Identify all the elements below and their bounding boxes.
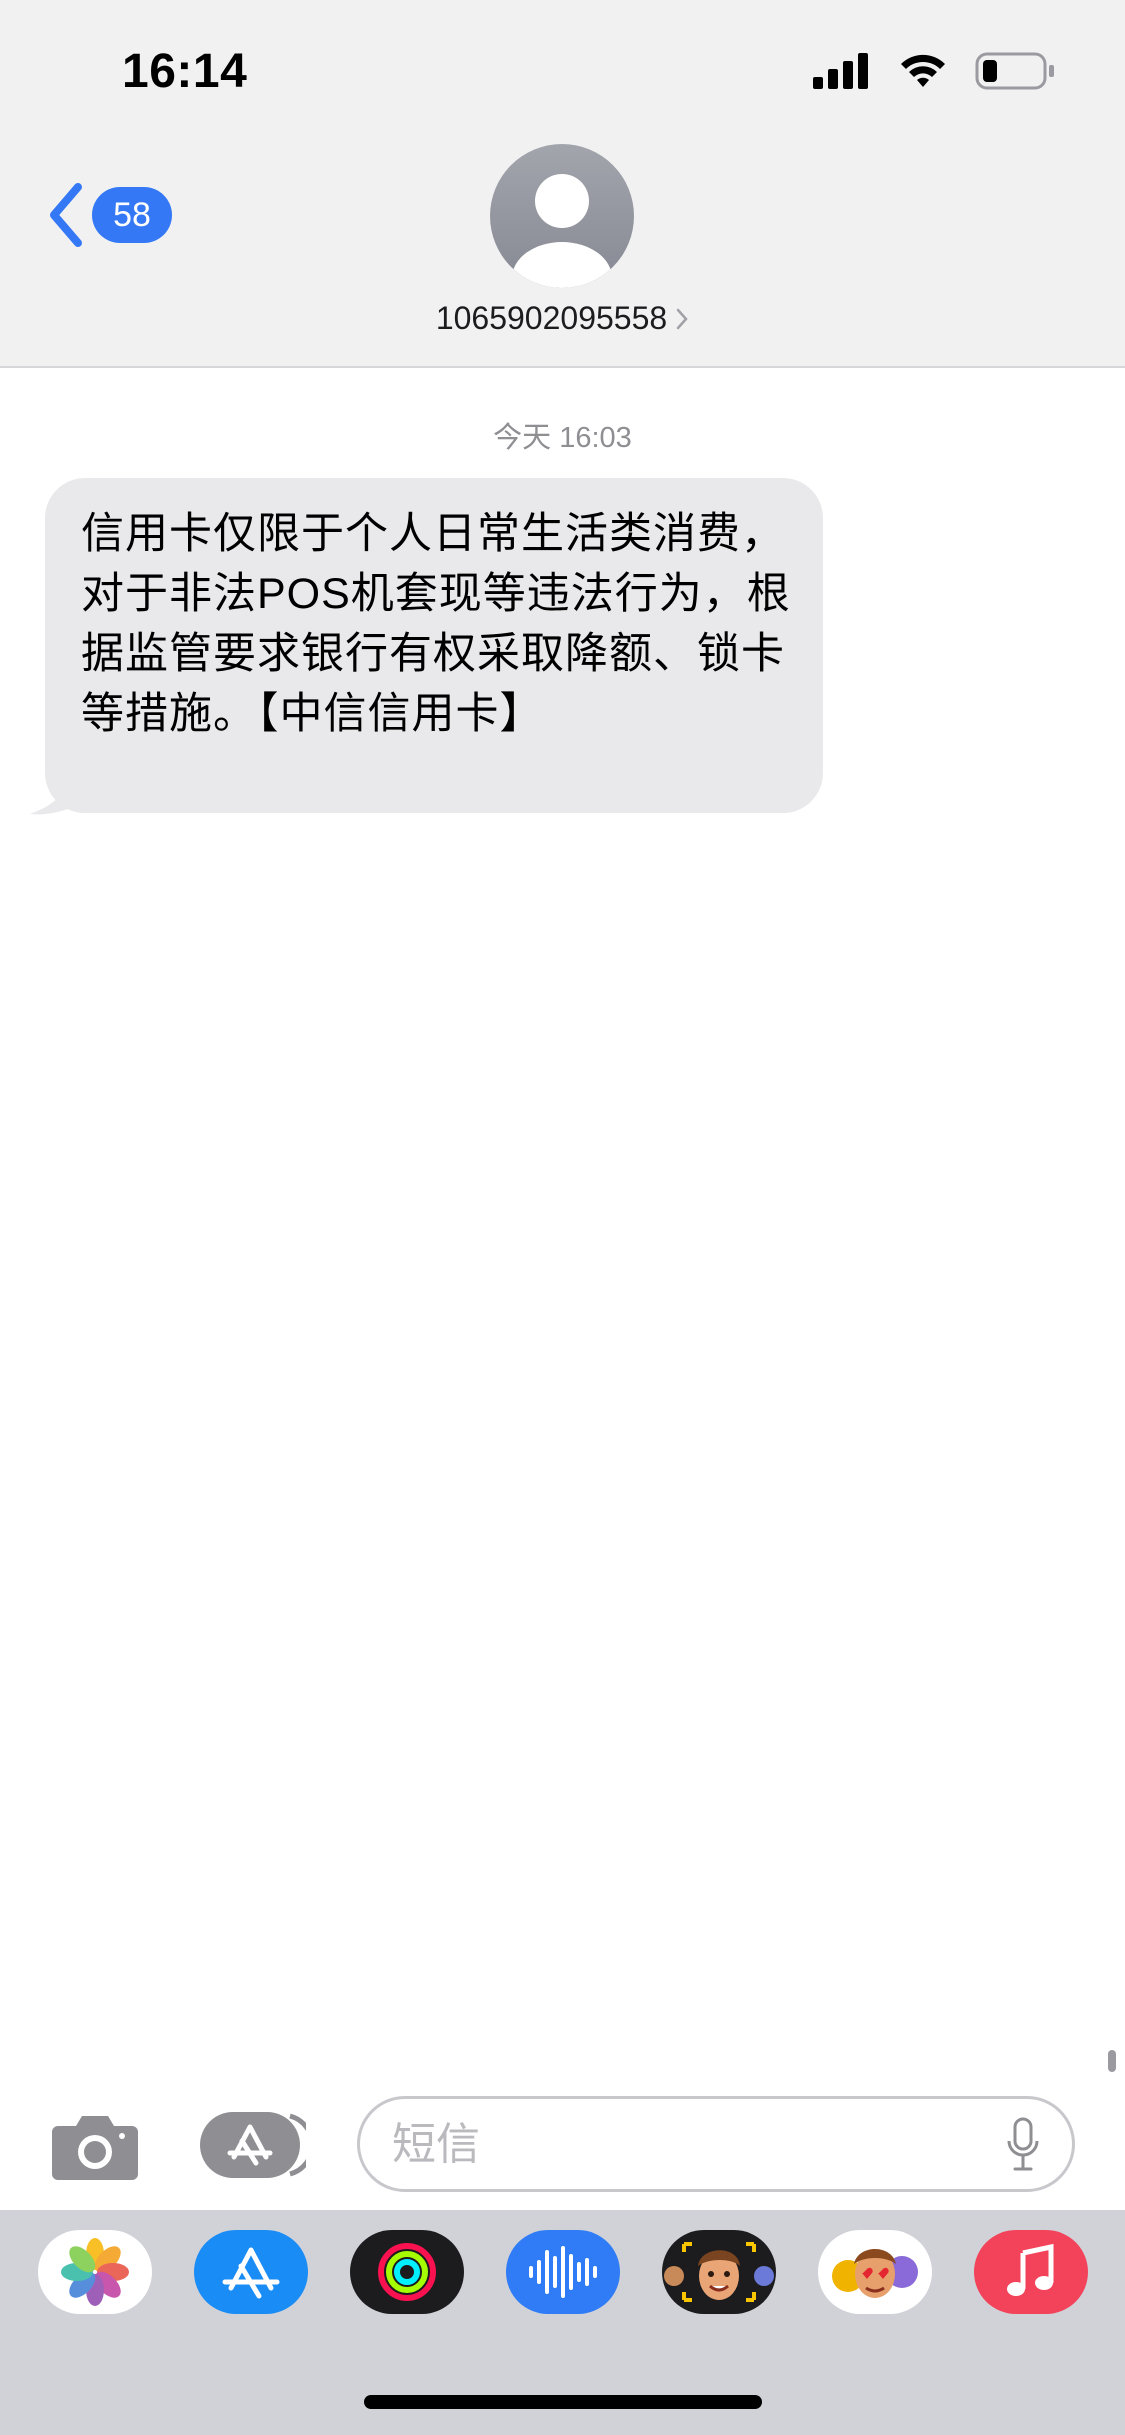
chevron-right-icon: [676, 308, 688, 329]
photos-icon: [61, 2238, 129, 2306]
status-icons: [813, 52, 1055, 90]
animoji-stickers-app-button[interactable]: [818, 2230, 932, 2314]
back-button[interactable]: 58: [48, 183, 172, 247]
app-store-app-button[interactable]: [194, 2230, 308, 2314]
conversation-header: 16:14 58 1065902095558: [0, 0, 1125, 368]
compose-bar: [0, 2092, 1125, 2204]
audio-message-icon: [529, 2246, 597, 2298]
app-store-icon: [222, 2247, 280, 2299]
memoji-app-button[interactable]: [662, 2230, 776, 2314]
camera-icon[interactable]: [50, 2112, 140, 2180]
cellular-signal-icon: [813, 53, 868, 89]
chevron-left-icon: [50, 183, 82, 247]
incoming-message-bubble[interactable]: 信用卡仅限于个人日常生活类消费，对于非法POS机套现等违法行为，根据监管要求银行…: [45, 478, 823, 813]
app-drawer-arc-icon: [289, 2113, 306, 2177]
app-store-button[interactable]: [200, 2112, 300, 2178]
message-input-field[interactable]: [357, 2096, 1075, 2192]
battery-icon: [975, 52, 1054, 90]
contact-name-button[interactable]: 1065902095558: [0, 300, 1125, 337]
scroll-indicator[interactable]: [1108, 2050, 1116, 2072]
status-time: 16:14: [122, 45, 248, 98]
message-text: 信用卡仅限于个人日常生活类消费，对于非法POS机套现等违法行为，根据监管要求银行…: [81, 510, 791, 738]
photos-app-button[interactable]: [38, 2230, 152, 2314]
contact-avatar[interactable]: [490, 144, 634, 288]
contact-number: 1065902095558: [435, 300, 668, 336]
unread-count-badge: 58: [92, 187, 172, 243]
message-timestamp: 今天 16:03: [493, 422, 632, 454]
app-store-a-icon: [227, 2124, 273, 2166]
activity-icon: [378, 2243, 436, 2301]
audio-message-app-button[interactable]: [506, 2230, 620, 2314]
activity-app-button[interactable]: [350, 2230, 464, 2314]
home-indicator[interactable]: [364, 2395, 762, 2409]
memoji-icon: [664, 2242, 774, 2302]
animoji-stickers-icon: [832, 2249, 918, 2298]
music-icon: [1007, 2243, 1054, 2296]
wifi-icon: [901, 54, 945, 87]
message-input[interactable]: [390, 2099, 954, 2191]
music-app-button[interactable]: [974, 2230, 1088, 2314]
microphone-icon[interactable]: [1006, 2117, 1040, 2173]
